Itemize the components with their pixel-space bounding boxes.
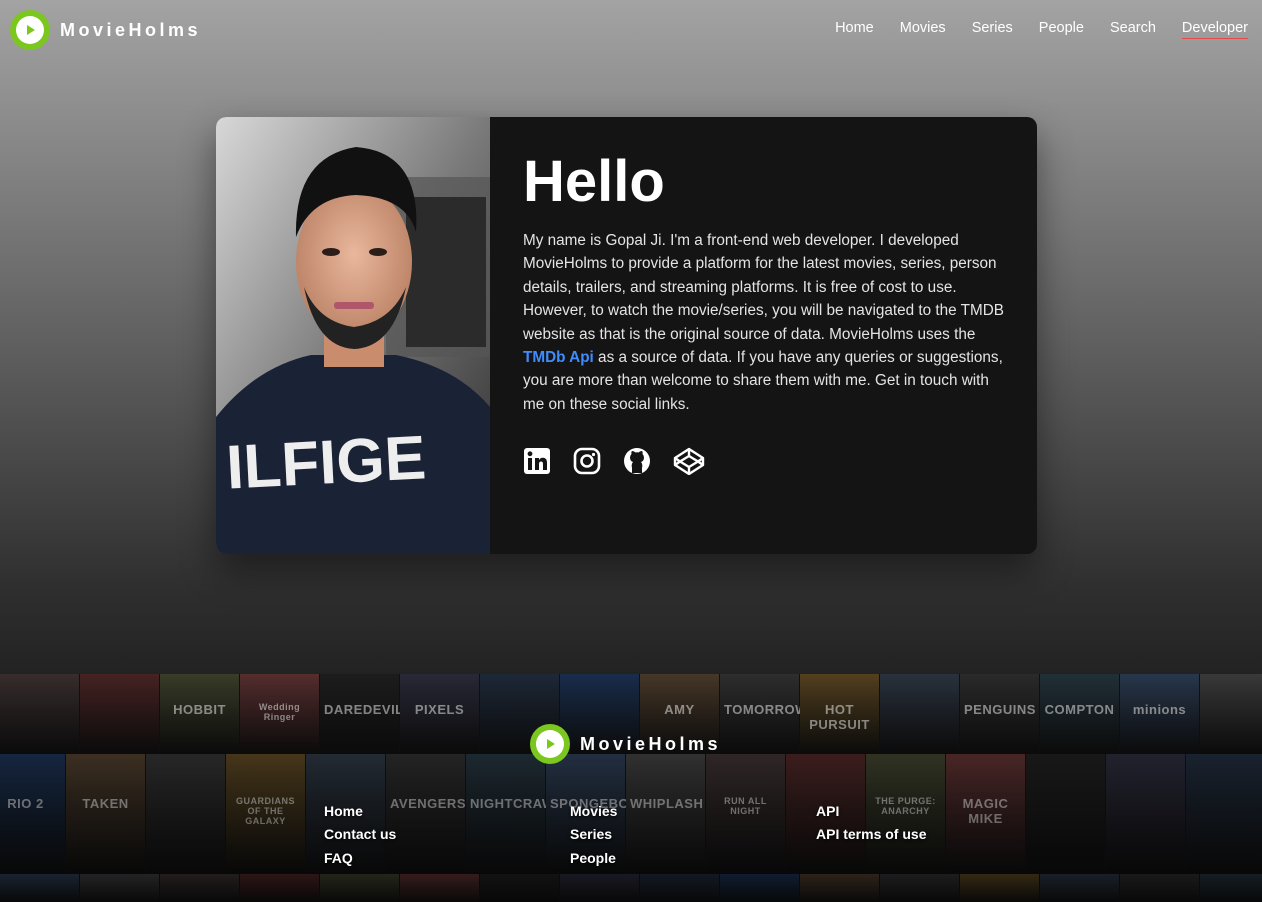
about-content: Hello My name is Gopal Ji. I'm a front-e… xyxy=(523,147,1008,432)
tmdb-api-link[interactable]: TMDb Api xyxy=(523,349,594,366)
footer-play-logo-icon xyxy=(530,724,570,764)
nav-series[interactable]: Series xyxy=(972,20,1013,39)
shirt-print-text: ILFIGE xyxy=(225,423,428,502)
bio-text-part2: as a source of data. If you have any que… xyxy=(523,349,1003,413)
footer-link-api[interactable]: API xyxy=(816,802,926,820)
footer-column-3: API API terms of use xyxy=(816,802,926,844)
linkedin-icon[interactable] xyxy=(523,447,551,475)
nav-movies[interactable]: Movies xyxy=(900,20,946,39)
bio-text-part1: My name is Gopal Ji. I'm a front-end web… xyxy=(523,232,1004,343)
footer-column-1: Home Contact us FAQ xyxy=(324,802,396,867)
developer-bio: My name is Gopal Ji. I'm a front-end web… xyxy=(523,229,1008,416)
footer-link-api-terms[interactable]: API terms of use xyxy=(816,825,926,843)
main-nav: Home Movies Series People Search Develop… xyxy=(835,20,1248,39)
footer-link-people[interactable]: People xyxy=(570,849,617,867)
developer-photo: ILFIGE xyxy=(216,117,490,554)
footer-link-faq[interactable]: FAQ xyxy=(324,849,396,867)
footer-link-contact[interactable]: Contact us xyxy=(324,825,396,843)
developer-card: ILFIGE Hello My name is Gopal Ji. I'm a … xyxy=(216,117,1037,554)
codepen-icon[interactable] xyxy=(673,447,705,476)
brand-name: MovieHolms xyxy=(60,19,202,40)
instagram-icon[interactable] xyxy=(573,447,601,475)
greeting-title: Hello xyxy=(523,149,665,214)
footer-brand-name: MovieHolms xyxy=(580,733,722,754)
nav-developer[interactable]: Developer xyxy=(1181,20,1248,39)
play-logo-icon xyxy=(10,10,50,50)
nav-people[interactable]: People xyxy=(1039,20,1084,39)
nav-search[interactable]: Search xyxy=(1110,20,1156,39)
footer-link-home[interactable]: Home xyxy=(324,802,396,820)
nav-home[interactable]: Home xyxy=(835,20,874,39)
footer-link-series[interactable]: Series xyxy=(570,825,617,843)
footer-link-movies[interactable]: Movies xyxy=(570,802,617,820)
top-header: MovieHolms Home Movies Series People Sea… xyxy=(0,0,1262,62)
brand-logo[interactable]: MovieHolms xyxy=(10,10,201,50)
footer-column-2: Movies Series People xyxy=(570,802,617,867)
social-links xyxy=(523,447,705,476)
site-footer: HOBBITWedding RingerDAREDEVILPIXELSAMYTO… xyxy=(0,674,1262,902)
footer-logo[interactable]: MovieHolms xyxy=(530,724,721,764)
footer-overlay xyxy=(0,674,1262,902)
github-icon[interactable] xyxy=(623,447,651,475)
